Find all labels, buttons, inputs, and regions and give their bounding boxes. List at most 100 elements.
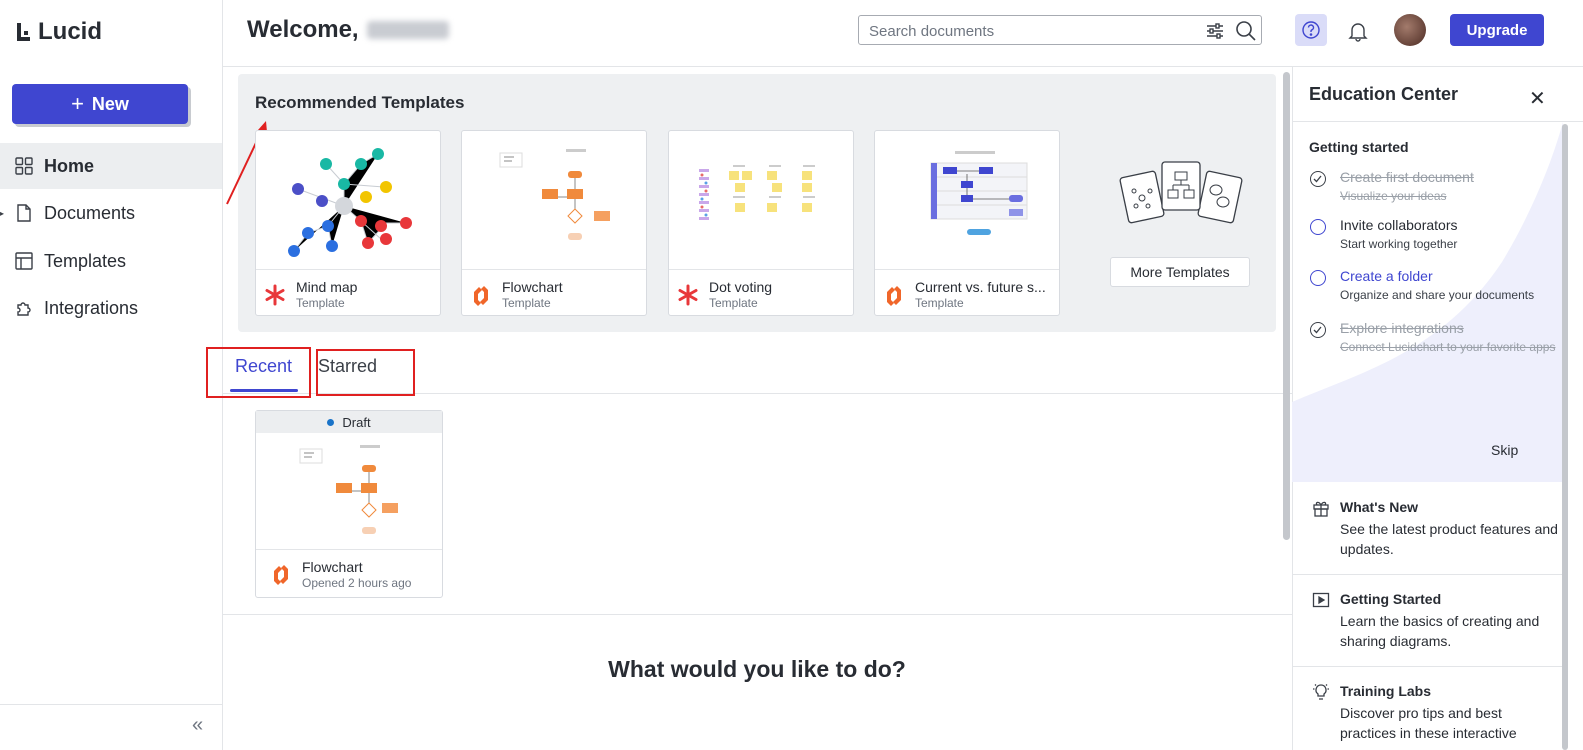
lucid-logo[interactable]: Lucid [16, 18, 102, 46]
blurred-username [366, 21, 449, 39]
new-button[interactable]: + New [12, 84, 188, 124]
layout-icon [14, 251, 34, 271]
task-invite-collaborators[interactable]: Invite collaborators Start working toget… [1310, 217, 1560, 257]
double-chevron-left-icon[interactable]: « [192, 714, 203, 737]
resource-title: Training Labs [1340, 683, 1432, 699]
template-name: Flowchart [502, 279, 563, 295]
search-input[interactable] [867, 20, 1191, 42]
template-type: Template [296, 296, 345, 310]
task-create-folder[interactable]: Create a folder Organize and share your … [1310, 268, 1560, 308]
empty-circle-icon [1310, 219, 1326, 235]
draft-badge: Draft [256, 411, 442, 433]
question-icon [1302, 21, 1320, 39]
resource-training-labs[interactable]: Training Labs Discover pro tips and best… [1310, 683, 1560, 743]
task-create-first-document[interactable]: Create first document Visualize your ide… [1310, 169, 1560, 209]
section-divider [222, 614, 1292, 615]
lucidchart-icon [274, 565, 288, 585]
recommended-templates-title: Recommended Templates [255, 93, 465, 112]
sidebar-item-label: Home [44, 155, 95, 176]
education-scrollbar[interactable] [1562, 124, 1568, 750]
what-would-you-like-heading: What would you like to do? [608, 656, 906, 682]
resource-title: Getting Started [1340, 591, 1442, 607]
resource-description: Discover pro tips and best practices in … [1340, 705, 1517, 741]
upgrade-button[interactable]: Upgrade [1450, 14, 1544, 46]
annotation-box-starred [316, 349, 415, 396]
template-name: Mind map [296, 279, 358, 295]
sidebar-item-label: Documents [44, 202, 136, 223]
template-stack-illustration [1119, 161, 1243, 224]
lucid-logo-icon [17, 23, 30, 41]
check-circle-icon [1310, 171, 1326, 187]
education-center-title: Education Center [1309, 84, 1459, 104]
template-card-flowchart[interactable]: Flowchart Template [461, 130, 647, 316]
lightbulb-icon [1313, 684, 1329, 700]
resource-getting-started[interactable]: Getting Started Learn the basics of crea… [1310, 591, 1560, 651]
puzzle-icon [14, 298, 34, 318]
task-label: Create a folder [1340, 268, 1433, 284]
check-circle-icon [1310, 322, 1326, 338]
task-explore-integrations[interactable]: Explore integrations Connect Lucidchart … [1310, 320, 1560, 372]
getting-started-heading: Getting started [1309, 139, 1409, 155]
welcome-text: Welcome, [247, 16, 359, 43]
dot-voting-thumbnail [669, 131, 853, 270]
template-type: Template [915, 296, 964, 310]
task-description: Visualize your ideas [1340, 189, 1447, 203]
empty-circle-icon [1310, 270, 1326, 286]
resource-whats-new[interactable]: What's New See the latest product featur… [1310, 499, 1560, 559]
task-label: Invite collaborators [1340, 217, 1458, 233]
sidebar-item-templates[interactable]: Templates [0, 238, 222, 284]
resource-title: What's New [1340, 499, 1419, 515]
welcome-heading: Welcome, [247, 16, 449, 44]
mind-map-thumbnail [256, 131, 440, 270]
expand-caret-icon[interactable]: ▸ [0, 209, 4, 218]
template-card-mind-map[interactable]: Mind map Template [255, 130, 441, 316]
recent-flowchart-thumbnail [256, 433, 442, 550]
lucidchart-icon [474, 286, 488, 306]
sidebar-item-integrations[interactable]: Integrations [0, 285, 222, 331]
sidebar-item-home[interactable]: Home [0, 143, 222, 189]
template-name: Current vs. future s... [915, 279, 1046, 295]
skip-button[interactable]: Skip [1491, 442, 1518, 458]
sidebar-item-label: Templates [44, 250, 127, 271]
asterisk-icon [678, 284, 698, 306]
more-templates-button[interactable]: More Templates [1110, 257, 1250, 287]
document-icon [14, 203, 34, 223]
sidebar-item-documents[interactable]: Documents [0, 190, 222, 236]
app-name: Lucid [38, 18, 102, 45]
task-description: Connect Lucidchart to your favorite apps [1340, 340, 1556, 354]
task-label: Explore integrations [1340, 320, 1464, 336]
avatar[interactable] [1394, 14, 1426, 46]
bell-icon[interactable] [1348, 20, 1368, 47]
resource-divider [1292, 666, 1563, 667]
document-opened-time: Opened 2 hours ago [302, 576, 412, 590]
status-dot [327, 418, 335, 426]
template-name: Dot voting [709, 279, 773, 295]
resource-divider [1292, 574, 1563, 575]
resource-description: See the latest product features and upda… [1340, 521, 1558, 557]
task-label: Create first document [1340, 169, 1474, 185]
close-icon[interactable]: ✕ [1529, 86, 1546, 111]
template-card-dot-voting[interactable]: Dot voting Template [668, 130, 854, 316]
search-box[interactable] [858, 15, 1262, 45]
play-icon [1312, 592, 1330, 608]
resource-description: Learn the basics of creating and sharing… [1340, 613, 1540, 649]
filter-sliders-icon[interactable] [1205, 21, 1225, 46]
draft-label: Draft [342, 414, 371, 430]
help-button[interactable] [1295, 14, 1327, 46]
gift-icon [1313, 501, 1329, 517]
current-vs-future-thumbnail [875, 131, 1059, 270]
new-button-label: New [91, 93, 129, 114]
template-card-current-vs-future[interactable]: Current vs. future s... Template [874, 130, 1060, 316]
lucidchart-icon [887, 286, 901, 306]
sidebar-item-label: Integrations [44, 297, 139, 318]
recent-document-card[interactable]: Draft Flowchart Opened 2 hours ago [255, 410, 443, 598]
sidebar-divider [0, 704, 222, 705]
template-type: Template [502, 296, 551, 310]
asterisk-icon [265, 284, 285, 306]
plus-icon: + [71, 91, 84, 116]
annotation-box-recent [206, 347, 311, 398]
flowchart-thumbnail [462, 131, 646, 270]
task-description: Start working together [1340, 237, 1458, 251]
search-icon[interactable] [1235, 20, 1257, 47]
main-scrollbar[interactable] [1283, 72, 1290, 540]
